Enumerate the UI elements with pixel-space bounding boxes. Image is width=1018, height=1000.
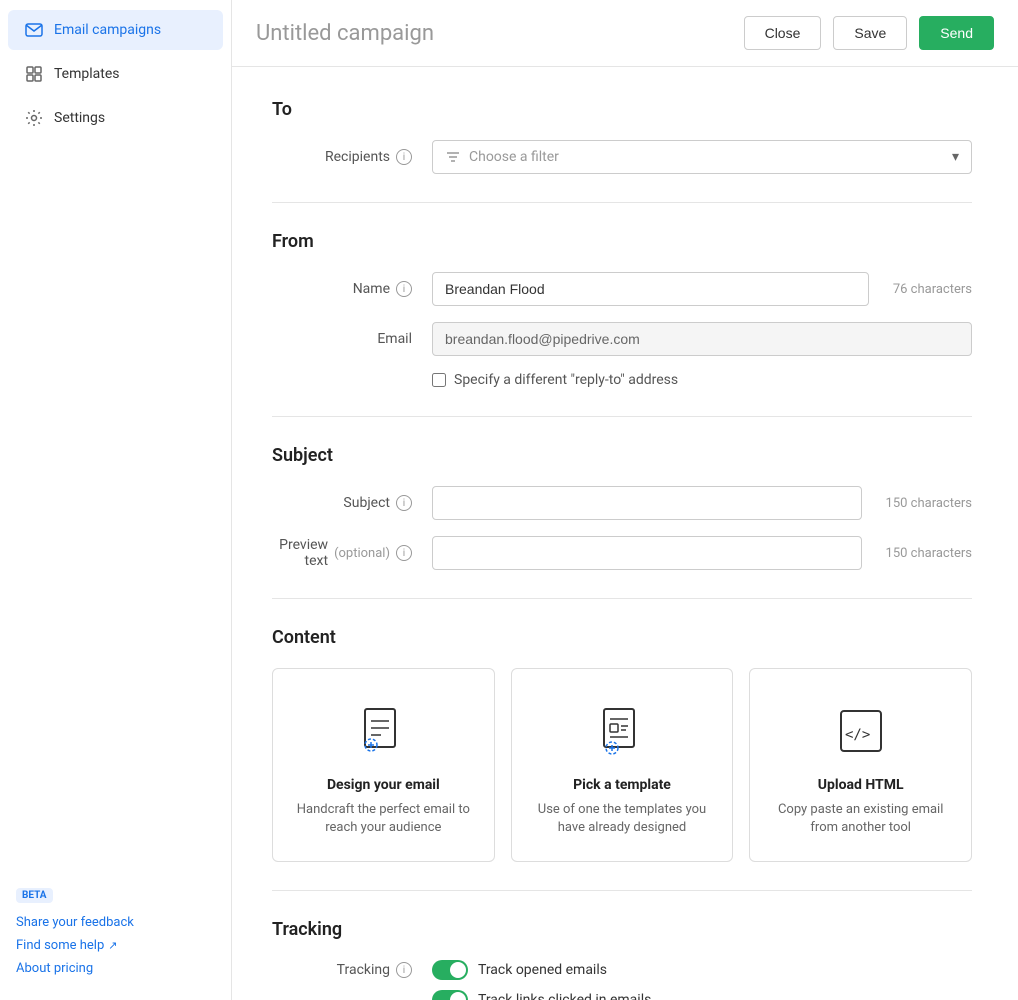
to-section-title: To xyxy=(272,99,972,120)
filter-select[interactable]: Choose a filter ▾ xyxy=(432,140,972,174)
form-area: To Recipients i Choose a filter ▾ xyxy=(232,67,1012,1000)
sidebar-bottom: BETA Share your feedback Find some help … xyxy=(0,870,231,1000)
subject-section-title: Subject xyxy=(272,445,972,466)
tracking-row: Tracking i Track opened emails Tr xyxy=(272,960,972,1000)
filter-icon xyxy=(445,149,461,165)
from-section-title: From xyxy=(272,231,972,252)
email-input[interactable] xyxy=(432,322,972,356)
track-links-toggle[interactable] xyxy=(432,990,468,1000)
sidebar-label-settings: Settings xyxy=(54,110,105,126)
filter-placeholder: Choose a filter xyxy=(469,149,559,165)
save-button[interactable]: Save xyxy=(833,16,907,50)
design-email-card-desc: Handcraft the perfect email to reach you… xyxy=(293,801,474,837)
sidebar-item-email-campaigns[interactable]: Email campaigns xyxy=(8,10,223,50)
reply-to-label: Specify a different "reply-to" address xyxy=(454,372,678,388)
sidebar-label-email-campaigns: Email campaigns xyxy=(54,22,161,38)
from-section: From Name i 76 characters Email xyxy=(272,231,972,388)
toggle-links-row: Track links clicked in emails xyxy=(432,990,972,1000)
preview-optional-label: (optional) xyxy=(334,546,390,561)
sidebar-label-templates: Templates xyxy=(54,66,120,82)
name-input-container: 76 characters xyxy=(432,272,972,306)
upload-html-card[interactable]: </> Upload HTML Copy paste an existing e… xyxy=(749,668,972,862)
subject-input[interactable] xyxy=(432,486,862,520)
divider-subject-content xyxy=(272,598,972,599)
tracking-toggles: Track opened emails Track links clicked … xyxy=(432,960,972,1000)
pick-template-card-desc: Use of one the templates you have alread… xyxy=(532,801,713,837)
svg-text:</>: </> xyxy=(845,727,870,743)
upload-html-icon: </> xyxy=(831,701,891,761)
pick-template-icon xyxy=(592,701,652,761)
filter-select-container: Choose a filter ▾ xyxy=(432,140,972,174)
name-label: Name i xyxy=(272,281,432,297)
recipients-label: Recipients i xyxy=(272,149,432,165)
templates-icon xyxy=(24,64,44,84)
reply-to-row: Specify a different "reply-to" address xyxy=(432,372,972,388)
email-label: Email xyxy=(272,331,432,347)
close-button[interactable]: Close xyxy=(744,16,822,50)
tracking-section: Tracking Tracking i Track opened emails xyxy=(272,919,972,1000)
preview-char-count: 150 characters xyxy=(886,546,972,561)
design-email-icon xyxy=(353,701,413,761)
tracking-info-icon[interactable]: i xyxy=(396,962,412,978)
send-button[interactable]: Send xyxy=(919,16,994,50)
settings-icon xyxy=(24,108,44,128)
divider-content-tracking xyxy=(272,890,972,891)
tracking-label-container: Tracking i xyxy=(272,960,432,978)
name-row: Name i 76 characters xyxy=(272,272,972,306)
sidebar-item-settings[interactable]: Settings xyxy=(8,98,223,138)
beta-badge: BETA xyxy=(16,888,53,903)
content-cards: Design your email Handcraft the perfect … xyxy=(272,668,972,862)
subject-label: Subject i xyxy=(272,495,432,511)
name-input[interactable] xyxy=(432,272,869,306)
design-email-card[interactable]: Design your email Handcraft the perfect … xyxy=(272,668,495,862)
design-email-card-title: Design your email xyxy=(327,777,440,793)
subject-char-count: 150 characters xyxy=(886,496,972,511)
content-section-title: Content xyxy=(272,627,972,648)
reply-to-checkbox[interactable] xyxy=(432,373,446,387)
track-opened-label: Track opened emails xyxy=(478,962,607,978)
track-opened-toggle[interactable] xyxy=(432,960,468,980)
content-section: Content Design your email Handcraft the … xyxy=(272,627,972,862)
upload-html-card-desc: Copy paste an existing email from anothe… xyxy=(770,801,951,837)
email-icon xyxy=(24,20,44,40)
subject-info-icon[interactable]: i xyxy=(396,495,412,511)
email-row: Email xyxy=(272,322,972,356)
external-link-icon: ↗ xyxy=(108,939,117,952)
preview-input[interactable] xyxy=(432,536,862,570)
name-char-count: 76 characters xyxy=(893,282,972,297)
share-feedback-link[interactable]: Share your feedback xyxy=(16,915,215,930)
find-help-link[interactable]: Find some help ↗ xyxy=(16,938,215,953)
toggle-opened-row: Track opened emails xyxy=(432,960,972,980)
preview-input-container: 150 characters xyxy=(432,536,972,570)
track-links-label: Track links clicked in emails xyxy=(478,992,651,1000)
subject-input-container: 150 characters xyxy=(432,486,972,520)
recipients-info-icon[interactable]: i xyxy=(396,149,412,165)
sidebar-item-templates[interactable]: Templates xyxy=(8,54,223,94)
main-content: Untitled campaign Close Save Send To Rec… xyxy=(232,0,1018,1000)
upload-html-card-title: Upload HTML xyxy=(818,777,904,793)
email-input-container xyxy=(432,322,972,356)
divider-to-from xyxy=(272,202,972,203)
subject-section: Subject Subject i 150 characters Preview… xyxy=(272,445,972,570)
toggle-knob xyxy=(450,962,466,978)
main-header: Untitled campaign Close Save Send xyxy=(232,0,1018,67)
toggle-knob-2 xyxy=(450,992,466,1000)
preview-text-label: Preview text (optional) i xyxy=(272,537,432,569)
preview-info-icon[interactable]: i xyxy=(396,545,412,561)
subject-row: Subject i 150 characters xyxy=(272,486,972,520)
pick-template-card-title: Pick a template xyxy=(573,777,671,793)
tracking-section-title: Tracking xyxy=(272,919,972,940)
name-info-icon[interactable]: i xyxy=(396,281,412,297)
preview-text-row: Preview text (optional) i 150 characters xyxy=(272,536,972,570)
sidebar: Email campaigns Templates Settings BETA … xyxy=(0,0,232,1000)
dropdown-arrow-icon: ▾ xyxy=(952,149,959,165)
recipients-row: Recipients i Choose a filter ▾ xyxy=(272,140,972,174)
campaign-title: Untitled campaign xyxy=(256,21,732,46)
to-section: To Recipients i Choose a filter ▾ xyxy=(272,99,972,174)
about-pricing-link[interactable]: About pricing xyxy=(16,961,215,976)
pick-template-card[interactable]: Pick a template Use of one the templates… xyxy=(511,668,734,862)
divider-from-subject xyxy=(272,416,972,417)
